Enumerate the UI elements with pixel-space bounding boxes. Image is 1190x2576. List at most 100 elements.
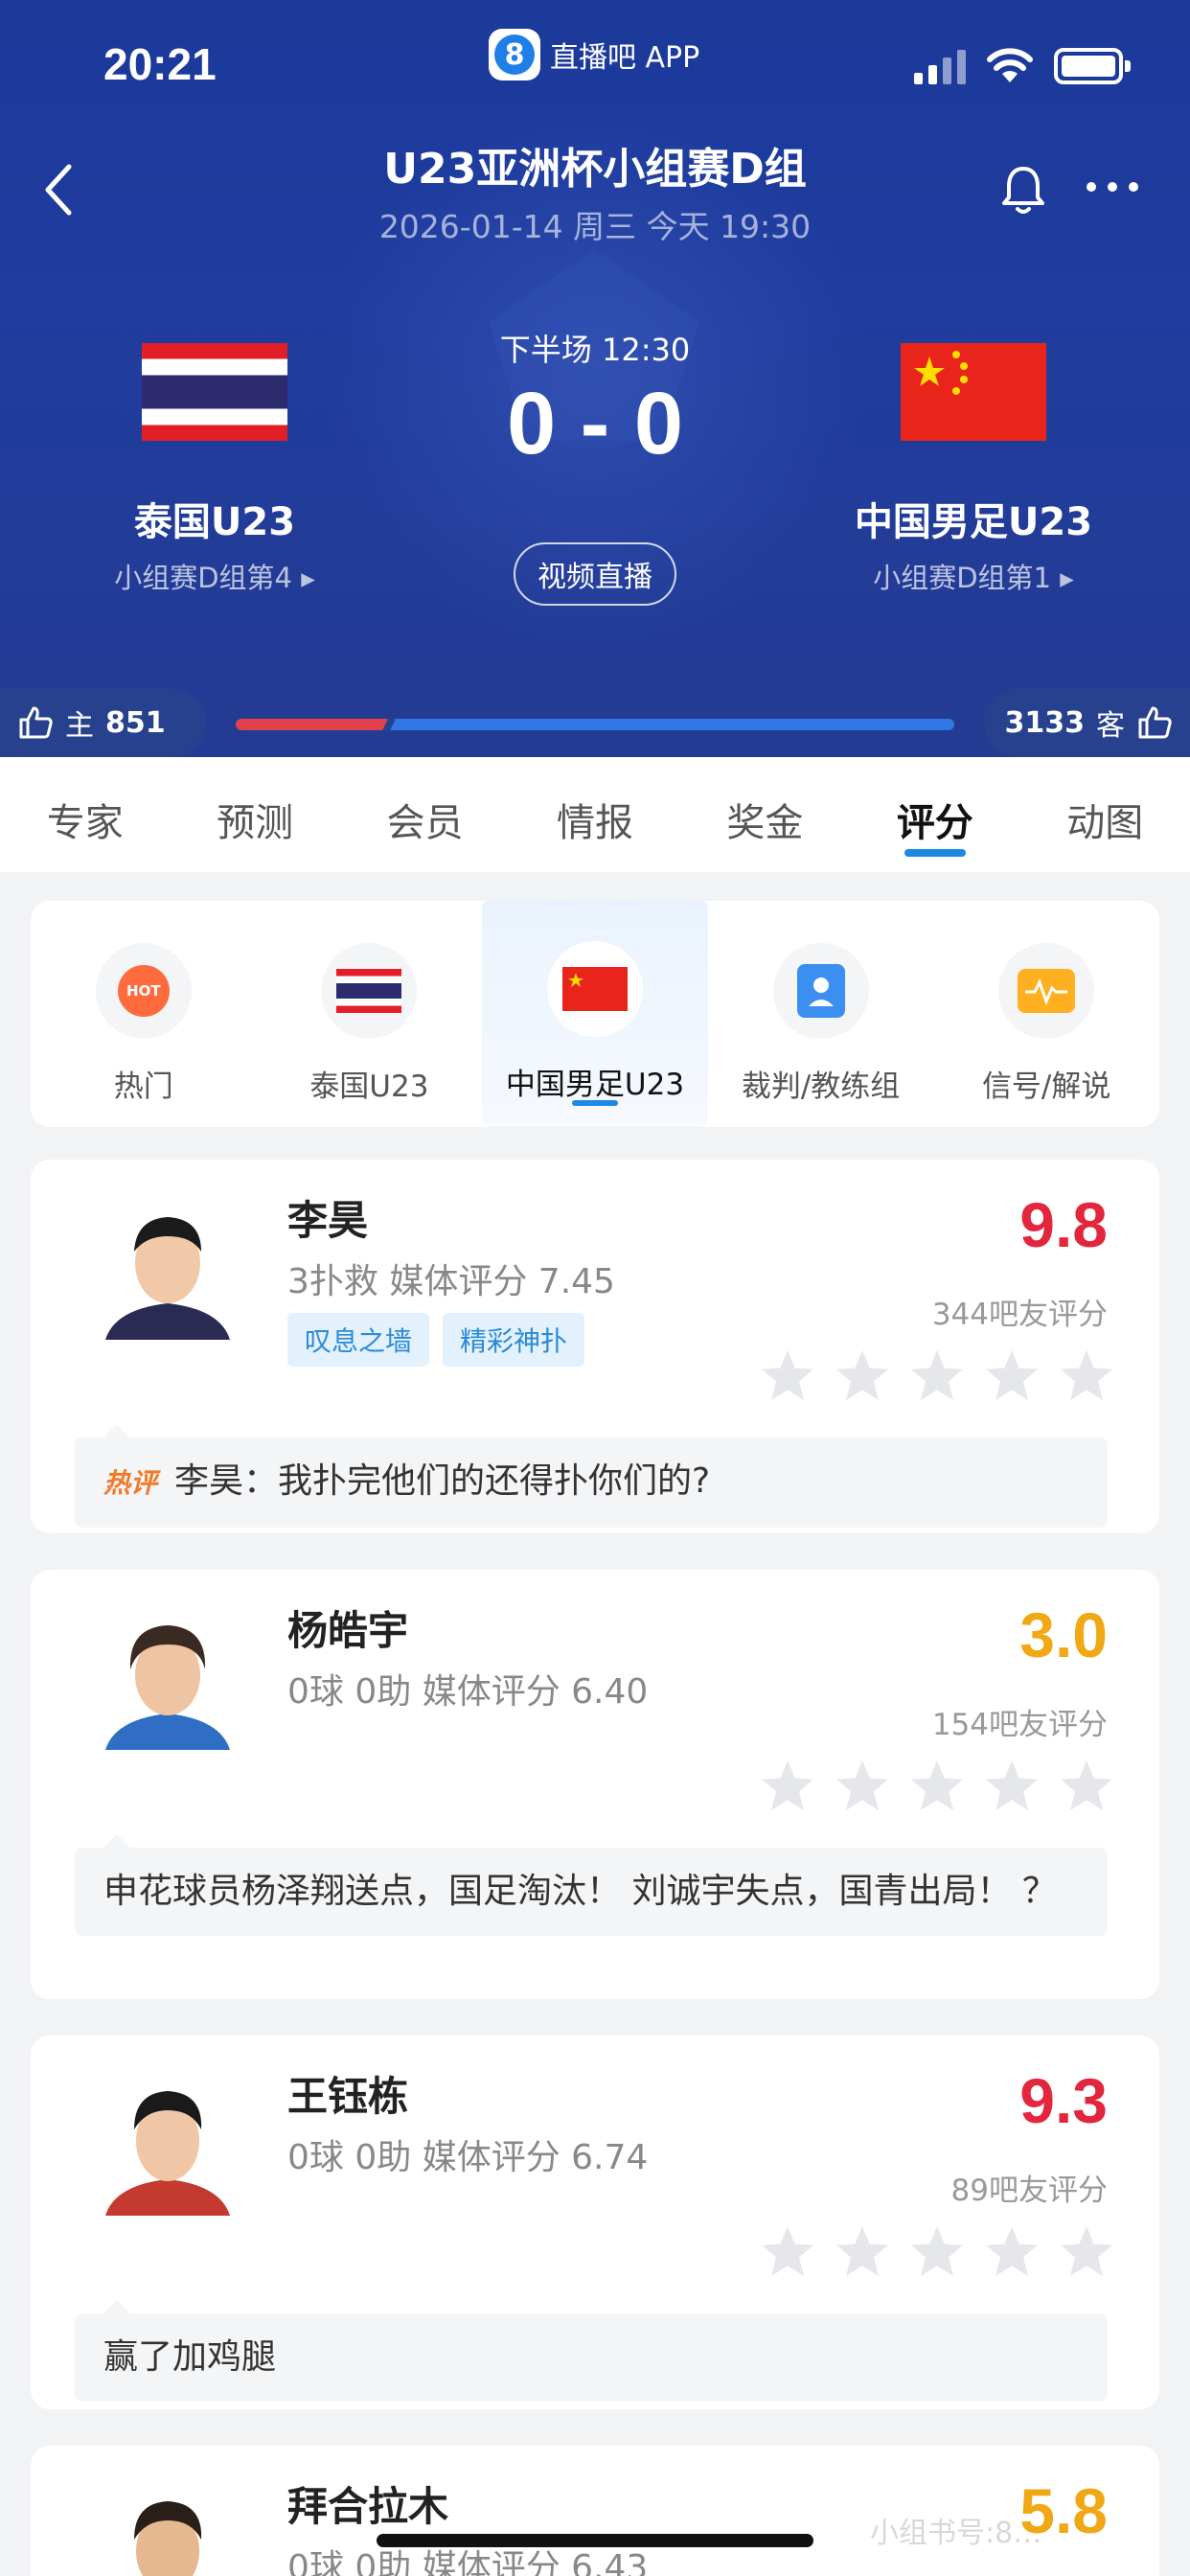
china-flag-icon [546, 941, 643, 1037]
star-icon[interactable] [908, 2223, 966, 2279]
away-team-group[interactable]: 小组赛D组第1 ▸ [782, 556, 1165, 596]
subtab-label: 泰国U23 [309, 1070, 429, 1104]
away-team-name[interactable]: 中国男足U23 [782, 491, 1165, 546]
away-vote-count: 3133 [1004, 705, 1086, 740]
thailand-flag-icon [321, 943, 418, 1039]
player-avatar [96, 1196, 240, 1340]
player-stats: 0球 0助 媒体评分 6.40 [287, 1672, 649, 1712]
star-rating-input[interactable] [759, 2223, 1115, 2279]
star-icon[interactable] [908, 1347, 966, 1403]
star-icon[interactable] [834, 1347, 891, 1403]
match-clock: 下半场 12:30 [499, 332, 691, 368]
home-team-name[interactable]: 泰国U23 [23, 491, 406, 546]
player-avatar [96, 1606, 240, 1750]
star-icon[interactable] [983, 1347, 1041, 1403]
wifi-icon [987, 48, 1033, 82]
player-name: 杨皓宇 [287, 1607, 409, 1654]
hot-comment[interactable]: 赢了加鸡腿 [75, 2300, 1108, 2402]
star-icon[interactable] [834, 1758, 891, 1813]
star-icon[interactable] [1058, 2223, 1115, 2279]
tab-ratings[interactable]: 评分 [850, 757, 1019, 872]
star-icon[interactable] [1058, 1758, 1115, 1813]
support-vote-bar: 主 851 3133 客 [0, 688, 1190, 757]
subtab-label: 热门 [113, 1070, 173, 1104]
star-icon[interactable] [759, 1347, 816, 1403]
subtab-signal[interactable]: 信号/解说 [933, 901, 1159, 1127]
comment-text: 李昊：我扑完他们的还得扑你们的? [174, 1461, 711, 1501]
away-vote-button[interactable]: 3133 客 [984, 688, 1190, 757]
home-vote-count: 851 [105, 705, 166, 740]
match-header: 20:21 8 直播吧 APP U23亚洲杯小组赛D组 2026-01-14 周… [0, 0, 1190, 757]
away-vote-label: 客 [1096, 709, 1125, 743]
thumbs-up-icon [1138, 706, 1172, 739]
fan-rating-count: 344吧友评分 [931, 1298, 1108, 1332]
tab-experts[interactable]: 专家 [0, 757, 170, 872]
star-icon[interactable] [759, 2223, 816, 2279]
player-tag[interactable]: 叹息之墙 [287, 1313, 430, 1367]
player-name: 李昊 [287, 1197, 369, 1244]
video-live-button[interactable]: 视频直播 [514, 542, 676, 606]
tab-gifs[interactable]: 动图 [1020, 757, 1190, 872]
signal-icon [998, 943, 1095, 1039]
vote-ratio-bar [236, 719, 954, 730]
more-icon[interactable] [1087, 182, 1138, 192]
tab-bonus[interactable]: 奖金 [680, 757, 850, 872]
battery-icon [1054, 48, 1131, 84]
player-tag[interactable]: 精彩神扑 [443, 1313, 585, 1367]
status-time: 20:21 [103, 39, 217, 89]
home-indicator[interactable] [377, 2534, 813, 2547]
rating-subtabs: HOT 热门 泰国U23 中国男足U23 裁判/教练组 信号/解说 [31, 899, 1159, 1127]
player-tags: 叹息之墙 精彩神扑 [287, 1313, 585, 1367]
player-avatar [96, 2072, 240, 2216]
cellular-signal-icon [914, 50, 966, 84]
match-score: 0 - 0 [506, 375, 684, 472]
player-name: 拜合拉木 [287, 2483, 449, 2530]
tab-membership[interactable]: 会员 [340, 757, 510, 872]
tab-predictions[interactable]: 预测 [170, 757, 339, 872]
tab-intel[interactable]: 情报 [510, 757, 679, 872]
home-vote-button[interactable]: 主 851 [0, 688, 206, 757]
subtab-referee[interactable]: 裁判/教练组 [708, 901, 934, 1127]
thumbs-up-icon [19, 706, 53, 739]
subtab-label: 裁判/教练组 [741, 1070, 901, 1104]
bell-icon[interactable] [998, 161, 1048, 218]
home-team-group[interactable]: 小组赛D组第4 ▸ [23, 556, 406, 596]
hot-comment[interactable]: 申花球员杨泽翔送点，国足淘汰！ 刘诚宇失点，国青出局！ ？ [75, 1834, 1108, 1936]
comment-text: 申花球员杨泽翔送点，国足淘汰！ 刘诚宇失点，国青出局！ ？ [103, 1872, 1057, 1911]
star-rating-input[interactable] [759, 1347, 1115, 1403]
player-card[interactable]: 王钰栋 0球 0助 媒体评分 6.74 9.3 89吧友评分 赢了加鸡腿 [31, 2036, 1159, 2409]
app-name: 直播吧 APP [550, 41, 700, 75]
player-name: 王钰栋 [287, 2073, 409, 2120]
app-badge: 8 直播吧 APP [489, 29, 699, 80]
player-stats: 3扑救 媒体评分 7.45 [287, 1262, 615, 1301]
status-bar: 20:21 8 直播吧 APP [0, 29, 1190, 105]
star-icon[interactable] [908, 1758, 966, 1813]
hot-comment[interactable]: 热评 李昊：我扑完他们的还得扑你们的? [75, 1424, 1108, 1528]
player-avatar [96, 2482, 240, 2576]
fan-rating-count: 89吧友评分 [950, 2174, 1108, 2208]
player-rating: 9.3 [1019, 2065, 1108, 2136]
home-vote-fill [236, 719, 387, 730]
home-vote-label: 主 [65, 709, 94, 743]
subtab-label: 中国男足U23 [505, 1068, 685, 1102]
hot-comment-label: 热评 [103, 1467, 158, 1499]
subtab-label: 信号/解说 [981, 1070, 1111, 1104]
star-rating-input[interactable] [759, 1758, 1115, 1813]
watermark: 小组书号:8… [870, 2517, 1042, 2550]
player-rating: 9.8 [1019, 1189, 1108, 1260]
star-icon[interactable] [834, 2223, 891, 2279]
app-logo-icon: 8 [489, 29, 540, 80]
fan-rating-count: 154吧友评分 [931, 1708, 1108, 1742]
star-icon[interactable] [983, 2223, 1041, 2279]
comment-text: 赢了加鸡腿 [103, 2337, 277, 2377]
subtab-thailand[interactable]: 泰国U23 [257, 901, 483, 1127]
star-icon[interactable] [983, 1758, 1041, 1813]
referee-icon [772, 943, 869, 1039]
player-card[interactable]: 杨皓宇 0球 0助 媒体评分 6.40 3.0 154吧友评分 申花球员杨泽翔送… [31, 1570, 1159, 1999]
player-card[interactable]: 李昊 3扑救 媒体评分 7.45 叹息之墙 精彩神扑 9.8 344吧友评分 热… [31, 1160, 1159, 1533]
subtab-china[interactable]: 中国男足U23 [482, 899, 708, 1127]
star-icon[interactable] [1058, 1347, 1115, 1403]
star-icon[interactable] [759, 1758, 816, 1813]
player-stats: 0球 0助 媒体评分 6.74 [287, 2138, 649, 2177]
subtab-hot[interactable]: HOT 热门 [31, 901, 257, 1127]
